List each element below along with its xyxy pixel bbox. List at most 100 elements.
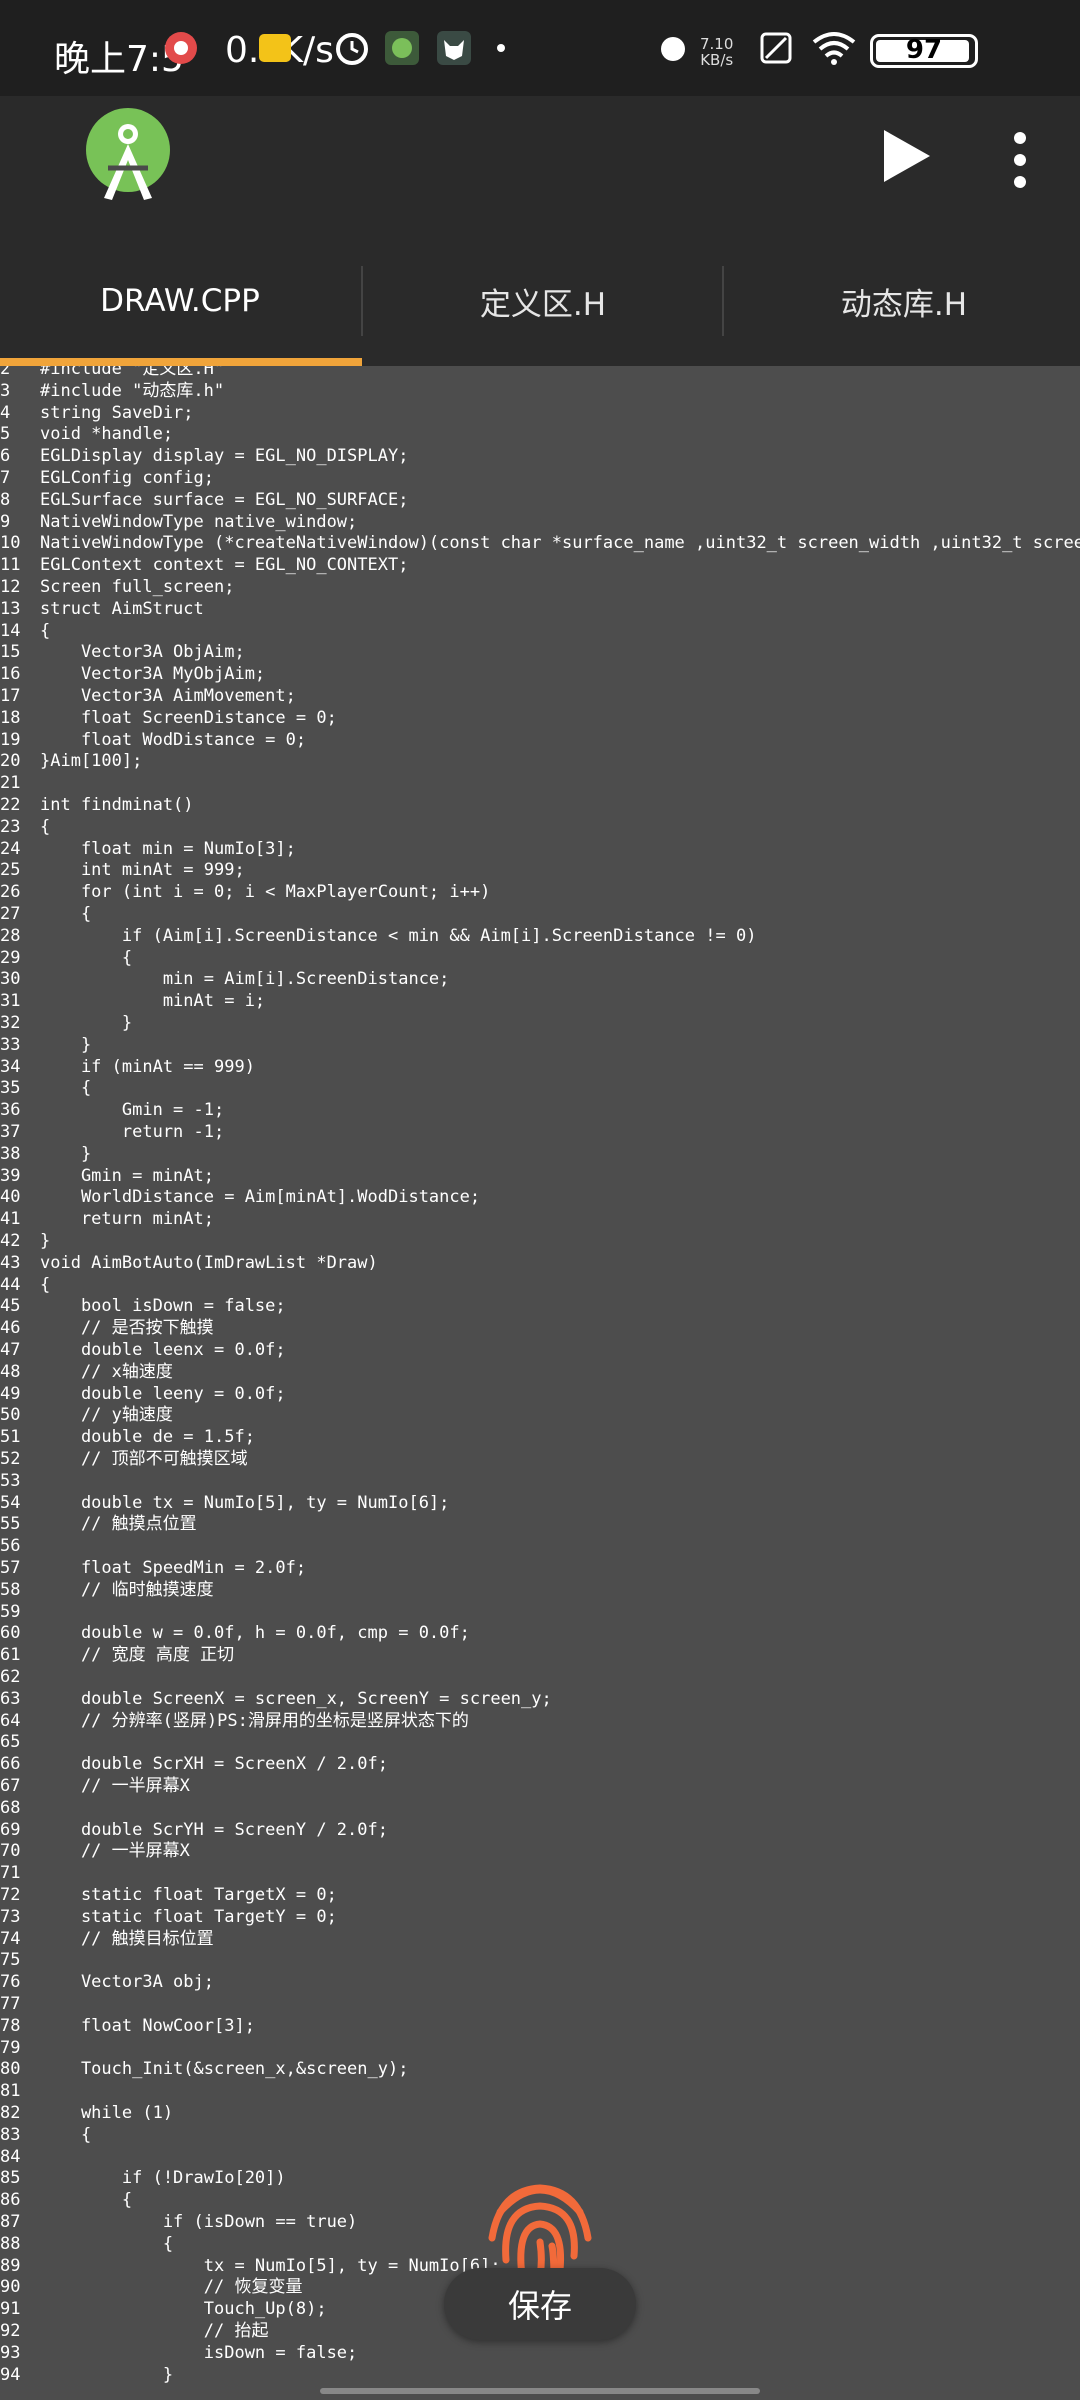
line-number: 65 xyxy=(0,1732,21,1753)
code-line: 50 // y轴速度 xyxy=(0,1404,173,1426)
tab-definitions-h[interactable]: 定义区.H xyxy=(363,236,723,366)
code-line: 55 // 触摸点位置 xyxy=(0,1513,197,1535)
code-line: 88 { xyxy=(0,2233,173,2255)
code-text: return minAt; xyxy=(40,1209,214,1230)
horizontal-scrollbar[interactable] xyxy=(320,2388,760,2394)
code-line: 62 xyxy=(0,1666,40,1688)
code-line: 44 { xyxy=(0,1274,50,1296)
code-text: // 恢复变量 xyxy=(40,2277,303,2298)
line-number: 4 xyxy=(0,402,11,423)
line-number: 25 xyxy=(0,860,21,881)
more-options-button[interactable] xyxy=(1000,130,1040,190)
code-line: 25 int minAt = 999; xyxy=(0,859,245,881)
code-text: double leeny = 0.0f; xyxy=(40,1383,286,1404)
line-number: 5 xyxy=(0,424,11,445)
line-number: 44 xyxy=(0,1274,21,1295)
code-line: 83 { xyxy=(0,2124,91,2146)
code-line: 12 Screen full_screen; xyxy=(0,576,234,598)
tab-dynamic-lib-h[interactable]: 动态库.H xyxy=(724,236,1080,366)
code-line: 30 min = Aim[i].ScreenDistance; xyxy=(0,968,449,990)
line-number: 85 xyxy=(0,2168,21,2189)
line-number: 62 xyxy=(0,1667,21,1687)
save-button[interactable]: 保存 xyxy=(444,2268,636,2340)
line-number: 23 xyxy=(0,816,21,837)
code-line: 66 double ScrXH = ScreenX / 2.0f; xyxy=(0,1753,388,1775)
code-text: float SpeedMin = 2.0f; xyxy=(40,1558,307,1578)
code-text: if (minAt == 999) xyxy=(40,1056,255,1077)
line-number: 35 xyxy=(0,1078,21,1099)
code-text: // x轴速度 xyxy=(40,1361,173,1382)
code-line: 87 if (isDown == true) xyxy=(0,2211,357,2233)
line-number: 7 xyxy=(0,468,11,488)
code-text: } xyxy=(40,1143,92,1164)
line-number: 21 xyxy=(0,773,21,794)
line-number: 49 xyxy=(0,1383,21,1404)
fox-app-icon xyxy=(436,28,472,68)
line-number: 64 xyxy=(0,1710,21,1731)
run-button[interactable] xyxy=(876,126,936,186)
line-number: 2 xyxy=(0,366,11,379)
line-number: 54 xyxy=(0,1492,21,1513)
line-number: 27 xyxy=(0,904,21,924)
code-line: 72 static float TargetX = 0; xyxy=(0,1884,337,1906)
line-number: 29 xyxy=(0,947,21,968)
code-text: double ScrYH = ScreenY / 2.0f; xyxy=(40,1819,388,1840)
line-number: 58 xyxy=(0,1579,21,1600)
code-text: NativeWindowType native_window; xyxy=(40,511,358,532)
code-line: 65 xyxy=(0,1731,40,1753)
more-notifications-dot-icon xyxy=(496,28,506,68)
line-number: 51 xyxy=(0,1427,21,1448)
code-text: // 抬起 xyxy=(40,2321,269,2341)
code-line: 43 void AimBotAuto(ImDrawList *Draw) xyxy=(0,1252,378,1274)
code-line: 20}Aim[100]; xyxy=(0,750,142,772)
line-number: 82 xyxy=(0,2103,21,2123)
code-line: 5 void *handle; xyxy=(0,423,173,445)
code-line: 32 } xyxy=(0,1012,132,1034)
code-line: 13 struct AimStruct xyxy=(0,598,204,620)
code-line: 9 NativeWindowType native_window; xyxy=(0,511,357,533)
code-text: float WodDistance = 0; xyxy=(40,729,307,750)
code-line: 36 Gmin = -1; xyxy=(0,1099,224,1121)
wifi-icon xyxy=(810,28,858,68)
code-line: 85 if (!DrawIo[20]) xyxy=(0,2167,286,2189)
line-number: 46 xyxy=(0,1318,21,1339)
tab-draw-cpp[interactable]: DRAW.CPP xyxy=(0,236,360,366)
line-number: 6 xyxy=(0,446,11,467)
code-line: 59 xyxy=(0,1601,40,1623)
notification-app-icon xyxy=(164,28,198,68)
code-line: 67 // 一半屏幕X xyxy=(0,1775,190,1797)
line-number: 45 xyxy=(0,1296,21,1317)
android-app-icon xyxy=(384,28,420,68)
code-text: static float TargetY = 0; xyxy=(40,1906,337,1927)
line-number: 76 xyxy=(0,1972,21,1993)
code-text: struct AimStruct xyxy=(40,598,204,619)
code-line: 8 EGLSurface surface = EGL_NO_SURFACE; xyxy=(0,489,408,511)
code-text: float min = NumIo[3]; xyxy=(40,838,296,859)
line-number: 11 xyxy=(0,555,21,576)
alarm-clock-icon xyxy=(656,28,690,68)
code-line: 39 Gmin = minAt; xyxy=(0,1165,214,1187)
code-line: 15 Vector3A ObjAim; xyxy=(0,641,245,663)
line-number: 67 xyxy=(0,1776,21,1796)
line-number: 83 xyxy=(0,2124,21,2145)
code-text: Touch_Up(8); xyxy=(40,2299,327,2320)
code-text: return -1; xyxy=(40,1122,225,1142)
line-number: 57 xyxy=(0,1558,21,1578)
code-line: 60 double w = 0.0f, h = 0.0f, cmp = 0.0f… xyxy=(0,1622,470,1644)
line-number: 56 xyxy=(0,1536,21,1557)
code-line: 48 // x轴速度 xyxy=(0,1361,173,1383)
line-number: 10 xyxy=(0,533,21,554)
line-number: 3 xyxy=(0,380,11,401)
code-editor[interactable]: 2 #include "定义区.H" 3 #include "动态库.h" 4 strin… xyxy=(0,366,1080,2400)
code-line: 94 } xyxy=(0,2364,173,2386)
code-text: Screen full_screen; xyxy=(40,577,235,597)
code-text: Vector3A AimMovement; xyxy=(40,686,296,706)
code-text: // 临时触摸速度 xyxy=(40,1579,214,1600)
code-text: { xyxy=(40,2233,174,2254)
code-text: // 一半屏幕X xyxy=(40,1776,190,1796)
code-line: 53 xyxy=(0,1470,40,1492)
code-line: 46 // 是否按下触摸 xyxy=(0,1317,214,1339)
line-number: 59 xyxy=(0,1601,21,1622)
code-line: 70 // 一半屏幕X xyxy=(0,1840,190,1862)
code-text: // 宽度 高度 正切 xyxy=(40,1645,235,1666)
